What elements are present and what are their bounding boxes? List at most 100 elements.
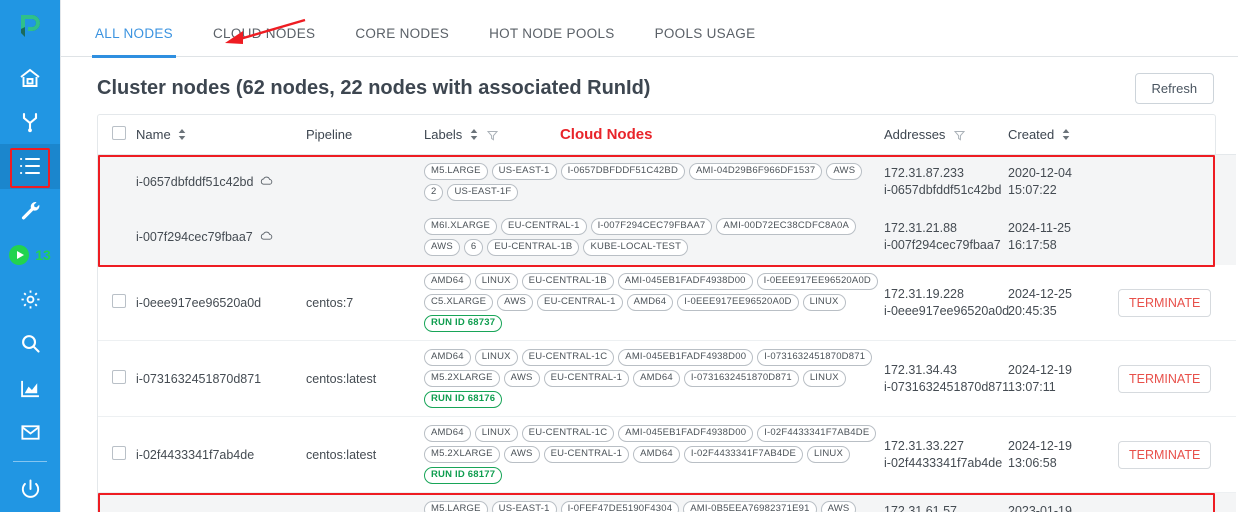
label-chip[interactable]: US-EAST-1 — [491, 163, 557, 180]
filter-icon[interactable] — [953, 129, 966, 144]
label-chip[interactable]: EU-CENTRAL-1C — [521, 425, 615, 442]
sidebar-item-runs[interactable]: 13 — [0, 233, 60, 277]
label-chip[interactable]: LINUX — [474, 425, 518, 442]
column-header-labels[interactable]: Labels Cloud Nodes — [424, 115, 884, 155]
label-chip[interactable]: AWS — [820, 501, 857, 512]
run-id-chip[interactable]: RUN ID 68737 — [424, 315, 503, 332]
label-chip[interactable]: EU-CENTRAL-1 — [543, 446, 630, 463]
label-chip[interactable]: EU-CENTRAL-1 — [501, 218, 587, 235]
tab-all-nodes[interactable]: ALL NODES — [92, 26, 176, 58]
table-row[interactable]: i-0fef47de5190f4304 M5.LARGEUS-EAST-1I-0F… — [98, 492, 1236, 512]
sidebar-item-settings[interactable] — [0, 277, 60, 321]
label-chip[interactable]: I-02F4433341F7AB4DE — [683, 446, 804, 463]
label-chip[interactable]: LINUX — [802, 370, 846, 387]
node-name[interactable]: i-007f294cec79fbaa7 — [136, 230, 253, 244]
node-name[interactable]: i-02f4433341f7ab4de — [136, 448, 254, 462]
logo-icon[interactable] — [13, 10, 47, 41]
label-chip[interactable]: LINUX — [802, 294, 846, 311]
label-chip[interactable]: I-0EEE917EE96520A0D — [677, 294, 799, 311]
table-row[interactable]: i-0eee917ee96520a0d centos:7 AMD64 LINUX EU-… — [98, 264, 1236, 341]
label-chip[interactable]: AMI-00D72EC38CDFC8A0A — [716, 218, 857, 235]
tab-hot-node-pools[interactable]: HOT NODE POOLS — [489, 26, 614, 57]
table-row[interactable]: i-007f294cec79fbaa7 M6I.XLARGE EU-CENTRAL-… — [98, 209, 1236, 265]
terminate-button[interactable]: TERMINATE — [1118, 364, 1212, 393]
sort-icon[interactable] — [470, 128, 478, 143]
label-chip[interactable]: M6I.XLARGE — [424, 218, 498, 235]
terminate-button[interactable]: TERMINATE — [1118, 440, 1212, 469]
node-name[interactable]: i-0eee917ee96520a0d — [136, 296, 261, 310]
sidebar-item-nodes[interactable] — [0, 144, 60, 189]
label-chip[interactable]: EU-CENTRAL-1B — [487, 239, 580, 256]
label-chip[interactable]: AMI-0B5EEA76982371E91 — [683, 501, 817, 512]
sidebar-item-analytics[interactable] — [0, 366, 60, 410]
label-chip[interactable]: AMD64 — [633, 370, 680, 387]
label-chip[interactable]: AMD64 — [424, 425, 471, 442]
label-chip[interactable]: I-0EEE917EE96520A0D — [756, 273, 878, 290]
label-chip[interactable]: AMI-04D29B6F966DF1537 — [689, 163, 823, 180]
tab-cloud-nodes[interactable]: CLOUD NODES — [213, 26, 315, 57]
label-chip[interactable]: I-0FEF47DE5190F4304 — [560, 501, 680, 512]
select-all-checkbox[interactable] — [112, 126, 126, 140]
label-chip[interactable]: M5.LARGE — [424, 163, 488, 180]
row-checkbox[interactable] — [112, 294, 126, 308]
label-chip[interactable]: US-EAST-1 — [491, 501, 557, 512]
label-chip[interactable]: AWS — [424, 239, 460, 256]
label-chip[interactable]: AMD64 — [424, 349, 471, 366]
tab-core-nodes[interactable]: CORE NODES — [355, 26, 449, 57]
label-chip[interactable]: LINUX — [474, 349, 518, 366]
label-chip[interactable]: I-0657DBFDDF51C42BD — [560, 163, 686, 180]
label-chip[interactable]: AMI-045EB1FADF4938D00 — [617, 273, 753, 290]
label-chip[interactable]: AMI-045EB1FADF4938D00 — [618, 349, 754, 366]
run-id-chip[interactable]: RUN ID 68177 — [424, 467, 503, 484]
table-row[interactable]: i-0657dbfddf51c42bd M5.LARGE US-EAST-1 I-06… — [98, 154, 1236, 210]
filter-icon[interactable] — [486, 129, 498, 144]
label-chip[interactable]: M5.LARGE — [424, 501, 488, 512]
label-chip[interactable]: AWS — [503, 370, 540, 387]
node-name[interactable]: i-0731632451870d871 — [136, 372, 261, 386]
sidebar-item-search[interactable] — [0, 322, 60, 366]
sidebar-item-pipeline[interactable] — [0, 100, 60, 144]
label-chip[interactable]: C5.XLARGE — [424, 294, 494, 311]
row-checkbox[interactable] — [112, 446, 126, 460]
label-chip[interactable]: US-EAST-1F — [447, 184, 519, 201]
label-chip[interactable]: EU-CENTRAL-1B — [521, 273, 614, 290]
column-header-addresses[interactable]: Addresses — [884, 115, 1008, 155]
label-chip[interactable]: 6 — [463, 239, 484, 256]
label-chip[interactable]: AWS — [503, 446, 540, 463]
label-chip[interactable]: EU-CENTRAL-1 — [543, 370, 630, 387]
label-chip[interactable]: LINUX — [474, 273, 518, 290]
sort-icon[interactable] — [1062, 128, 1070, 143]
label-chip[interactable]: AWS — [826, 163, 863, 180]
table-row[interactable]: i-0731632451870d871 centos:latest AMD64 LIN… — [98, 340, 1236, 417]
label-chip[interactable]: EU-CENTRAL-1C — [521, 349, 615, 366]
sort-icon[interactable] — [178, 128, 186, 143]
label-chip[interactable]: AMI-045EB1FADF4938D00 — [618, 425, 754, 442]
label-chip[interactable]: I-0731632451870D871 — [757, 349, 873, 366]
label-chip[interactable]: KUBE-LOCAL-TEST — [583, 239, 689, 256]
sidebar-item-mail[interactable] — [0, 410, 60, 454]
row-checkbox[interactable] — [112, 370, 126, 384]
run-id-chip[interactable]: RUN ID 68176 — [424, 391, 503, 408]
label-chip[interactable]: AMD64 — [626, 294, 674, 311]
column-header-name[interactable]: Name — [136, 115, 306, 155]
terminate-button[interactable]: TERMINATE — [1118, 288, 1212, 317]
label-chip[interactable]: I-0731632451870D871 — [683, 370, 799, 387]
label-chip[interactable]: AMD64 — [633, 446, 680, 463]
label-chip[interactable]: I-007F294CEC79FBAA7 — [590, 218, 713, 235]
tab-pools-usage[interactable]: POOLS USAGE — [655, 26, 756, 57]
column-header-created[interactable]: Created — [1008, 115, 1118, 155]
label-chip[interactable]: 2 — [424, 184, 444, 201]
label-chip[interactable]: EU-CENTRAL-1 — [537, 294, 623, 311]
label-chip[interactable]: M5.2XLARGE — [424, 446, 500, 463]
table-row[interactable]: i-02f4433341f7ab4de centos:latest AMD64 LIN… — [98, 416, 1236, 493]
label-chip[interactable]: I-02F4433341F7AB4DE — [757, 425, 877, 442]
sidebar-item-logout[interactable] — [0, 468, 60, 512]
label-chip[interactable]: AWS — [497, 294, 534, 311]
sidebar-item-tools[interactable] — [0, 189, 60, 233]
label-chip[interactable]: M5.2XLARGE — [424, 370, 500, 387]
label-chip[interactable]: LINUX — [807, 446, 850, 463]
refresh-button[interactable]: Refresh — [1134, 73, 1215, 104]
node-name[interactable]: i-0657dbfddf51c42bd — [136, 175, 253, 189]
sidebar-item-home[interactable] — [0, 55, 60, 99]
label-chip[interactable]: AMD64 — [424, 273, 471, 290]
